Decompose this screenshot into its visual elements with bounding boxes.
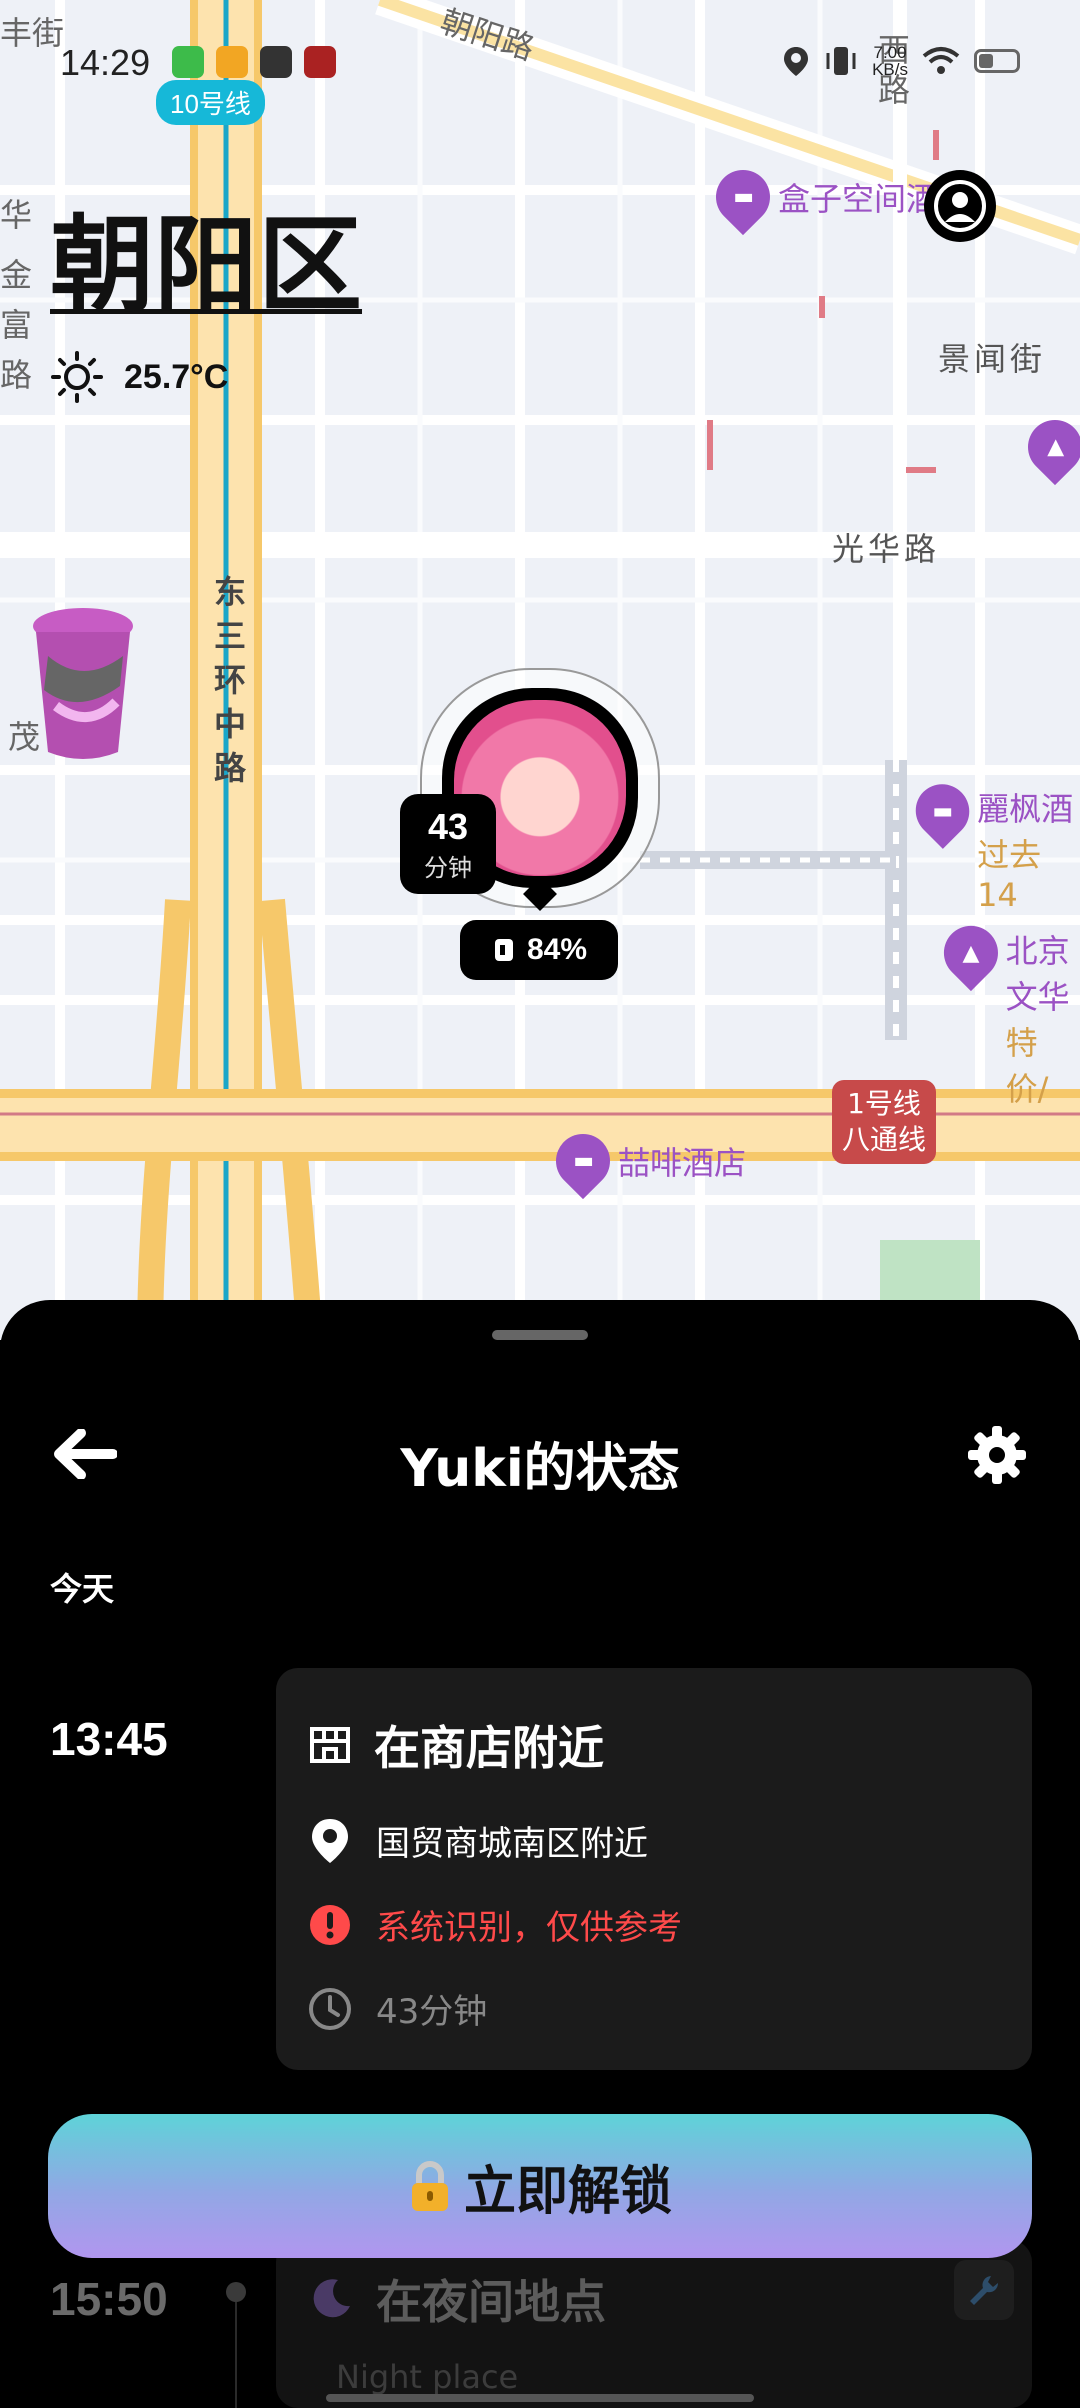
- poi-label: 文华: [1005, 978, 1070, 1016]
- road-label-jingwen: 景闻街: [938, 340, 1047, 378]
- poi-label: 北京: [1005, 932, 1070, 970]
- entry-warning: 系统识别，仅供参考: [376, 1908, 682, 1948]
- sheet-header: Yuki的状态: [0, 1410, 1080, 1500]
- battery-badge: 84%: [460, 920, 618, 980]
- timeline-dot: [226, 2282, 246, 2302]
- status-app-icons: [172, 46, 336, 78]
- weather-temperature: 25.7°C: [124, 357, 229, 396]
- metro-line10-badge: 10号线: [156, 80, 265, 125]
- battery-level: 84%: [526, 933, 588, 966]
- district-title[interactable]: 朝阳区: [50, 180, 362, 331]
- road-label-jin: 金: [0, 256, 33, 294]
- lock-icon: [411, 2161, 448, 2211]
- poi-zhefei-hotel[interactable]: ▬ 喆啡酒店: [544, 1122, 747, 1200]
- entry-time: 15:50: [50, 2273, 168, 2325]
- user-icon: [934, 180, 986, 232]
- timeline-line: [235, 2302, 237, 2408]
- road-label-guanghua: 光华路: [832, 530, 941, 568]
- net-speed-value: 7.00: [873, 43, 907, 62]
- alert-icon: [310, 1904, 350, 1945]
- entry-title: 在商店附近: [374, 1721, 604, 1775]
- poi-label: 麗枫酒: [977, 790, 1074, 828]
- gear-icon: [968, 1426, 1026, 1484]
- net-speed-unit: KB/s: [872, 60, 908, 79]
- message-icon: [260, 46, 292, 78]
- status-entry-card[interactable]: 在商店附近 国贸商城南区附近 系统识别，仅供参考 43分钟: [276, 1668, 1032, 2070]
- wrench-button[interactable]: [954, 2260, 1014, 2320]
- duration-badge: 43 分钟: [400, 794, 496, 894]
- entry-warning-row: 系统识别，仅供参考: [308, 1900, 682, 1949]
- metro-batong-label: 八通线: [842, 1123, 927, 1156]
- poi-sublabel: 过去14: [977, 836, 1042, 914]
- road-label-lu: 路: [0, 356, 33, 394]
- entry-location-row: 国贸商城南区附近: [308, 1816, 648, 1865]
- location-icon: [784, 47, 809, 76]
- duration-unit: 分钟: [424, 854, 472, 882]
- road-label-fengjie: 丰街: [0, 14, 65, 52]
- road-label-fu: 富: [0, 306, 33, 344]
- entry-title: 在夜间地点: [376, 2275, 606, 2329]
- entry-duration: 43分钟: [376, 1992, 488, 2032]
- hotel-pin-icon: ▬: [704, 158, 782, 236]
- wifi-icon: [922, 47, 960, 74]
- profile-button[interactable]: [924, 170, 996, 242]
- weather: 25.7°C: [50, 350, 228, 404]
- phone-battery-icon: [494, 939, 513, 961]
- road-label-east-third-ring: 东三环中路: [214, 573, 247, 787]
- map-pin-icon: [312, 1818, 348, 1863]
- settings-button[interactable]: [964, 1422, 1030, 1488]
- sun-icon: [51, 351, 103, 403]
- app-notification-icon: [216, 46, 248, 78]
- battery-icon: [974, 49, 1020, 73]
- poi-lifeng-hotel[interactable]: ▬ 麗枫酒 过去14: [904, 773, 1080, 914]
- entry-duration-row: 43分钟: [308, 1984, 487, 2033]
- poi-landmark[interactable]: ▲: [1016, 408, 1080, 486]
- hotel-pin-icon: ▬: [904, 773, 981, 849]
- map-view[interactable]: 朝阳路 东三环中路 光华路 景闻街 丰街 华 金 富 路 茂 西路 ▬ 盒子空间…: [0, 0, 1080, 1340]
- poi-sublabel: 特价/: [1005, 1024, 1049, 1108]
- entry-location: 国贸商城南区附近: [376, 1824, 648, 1864]
- cup-sticker-icon[interactable]: [28, 606, 138, 762]
- metro-line1-label: 1号线: [847, 1087, 921, 1120]
- clock-icon: [309, 1987, 351, 2030]
- sheet-title: Yuki的状态: [400, 1439, 680, 1499]
- poi-label: 喆啡酒店: [618, 1144, 747, 1182]
- entry-time: 13:45: [50, 1713, 168, 1765]
- entry-subtitle: Night place: [336, 2358, 519, 2396]
- status-time: 14:29: [60, 42, 151, 83]
- store-icon: [310, 1727, 350, 1763]
- hotel-pin-icon: ▬: [544, 1122, 622, 1200]
- status-entry-card[interactable]: 在夜间地点 Night place: [276, 2240, 1032, 2408]
- app-notification-icon: [304, 46, 336, 78]
- day-label: 今天: [50, 1570, 115, 1608]
- unlock-now-button[interactable]: 立即解锁: [48, 2114, 1032, 2258]
- road-label-hua: 华: [0, 196, 33, 234]
- landmark-pin-icon: ▲: [932, 914, 1009, 992]
- duration-value: 43: [427, 806, 469, 847]
- wrench-icon: [970, 2276, 999, 2305]
- moon-icon: [313, 2279, 350, 2318]
- app-notification-icon: [172, 46, 204, 78]
- home-indicator[interactable]: [326, 2394, 754, 2402]
- metro-line1-badge: 1号线 八通线: [832, 1080, 937, 1164]
- poi-beijing-hotel[interactable]: ▲ 北京 文华 特价/: [932, 914, 1080, 1110]
- unlock-label: 立即解锁: [463, 2161, 672, 2222]
- net-speed: 7.00 KB/s: [872, 44, 908, 78]
- card-title-row: 在商店附近: [308, 1712, 604, 1778]
- status-right: 7.00 KB/s: [782, 44, 1020, 78]
- vibrate-icon: [826, 47, 856, 75]
- card-title-row: 在夜间地点: [308, 2266, 606, 2332]
- sheet-drag-handle[interactable]: [492, 1330, 588, 1340]
